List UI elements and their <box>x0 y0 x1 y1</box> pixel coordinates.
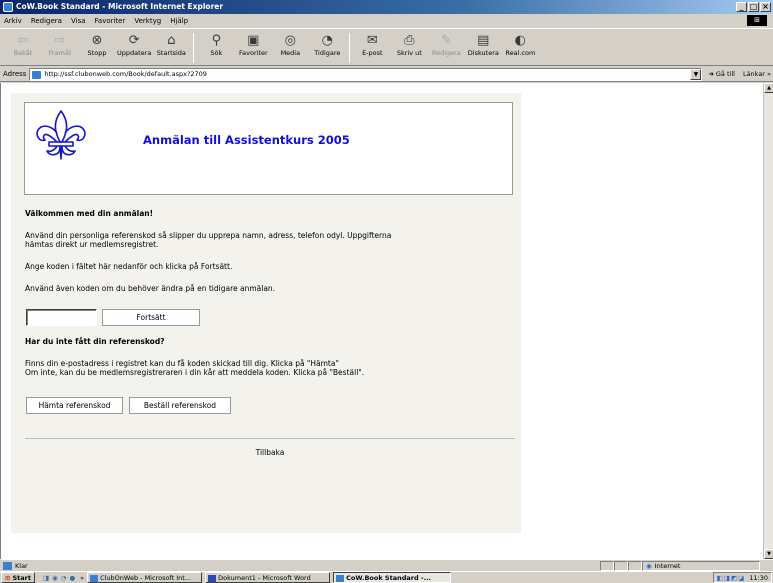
address-input[interactable]: http://ssf.clubonweb.com/Book/default.as… <box>29 67 703 81</box>
title-bar[interactable]: CoW.Book Standard - Microsoft Internet E… <box>0 0 773 14</box>
page-icon <box>32 70 42 79</box>
status-pane <box>600 560 614 571</box>
page-title: Anmälan till Assistentkurs 2005 <box>143 133 350 147</box>
quicklaunch-icons[interactable]: ◨◉◔● <box>43 574 78 582</box>
welcome-heading: Välkommen med din anmälan! <box>25 209 154 218</box>
address-url: http://ssf.clubonweb.com/Book/default.as… <box>44 70 207 78</box>
status-page-icon <box>3 561 12 570</box>
menu-view[interactable]: Visa <box>71 17 86 25</box>
scroll-up-button[interactable]: ▲ <box>764 83 773 93</box>
globe-icon: ◉ <box>646 561 652 570</box>
home-button[interactable]: ⌂ Startsida <box>154 29 188 65</box>
search-button[interactable]: ⚲ Sök <box>199 29 233 65</box>
refresh-button[interactable]: ⟳ Uppdatera <box>117 29 151 65</box>
windows-logo-icon: ⊞ <box>747 15 767 26</box>
task-cowbook[interactable]: CoW.Book Standard -... <box>333 572 452 583</box>
no-code-heading: Har du inte fått din referenskod? <box>25 337 165 346</box>
realcom-icon: ◐ <box>514 33 526 48</box>
back-link[interactable]: Tillbaka <box>25 448 515 457</box>
intro-line-2: hämtas direkt ur medlemsregistret. <box>25 240 159 249</box>
mail-icon: ✉ <box>366 33 378 48</box>
order-code-button[interactable]: Beställ referenskod <box>129 397 231 414</box>
fleur-de-lis-icon <box>36 110 86 160</box>
history-icon: ◔ <box>321 33 333 48</box>
window-controls: _ □ × <box>736 2 771 12</box>
taskbar: ⊞ Start ◨◉◔● » ClubOnWeb - Microsoft Int… <box>0 571 773 583</box>
stop-button[interactable]: ⊗ Stopp <box>80 29 114 65</box>
quicklaunch-more[interactable]: » <box>80 574 84 582</box>
links-button[interactable]: Länkar » <box>743 70 771 78</box>
browser-window: CoW.Book Standard - Microsoft Internet E… <box>0 0 773 583</box>
printer-icon: ⎙ <box>404 33 415 48</box>
close-button[interactable]: × <box>760 2 771 12</box>
divider <box>25 438 515 439</box>
go-arrow-icon: ➜ <box>708 70 714 78</box>
chevron-down-icon[interactable]: ▼ <box>690 68 702 80</box>
status-pane <box>628 560 642 571</box>
home-icon: ⌂ <box>167 33 176 48</box>
refresh-icon: ⟳ <box>128 33 140 48</box>
discuss-button[interactable]: ▤ Diskutera <box>466 29 500 65</box>
clock: 11:30 <box>749 573 768 582</box>
fetch-code-button[interactable]: Hämta referenskod <box>26 397 123 414</box>
instruction-text: Ange koden i fältet här nedanför och kli… <box>25 262 233 271</box>
toolbar-separator <box>193 33 195 63</box>
status-pane <box>614 560 628 571</box>
menu-bar: Arkiv Redigera Visa Favoriter Verktyg Hj… <box>0 14 773 27</box>
form-page: Anmälan till Assistentkurs 2005 Välkomme… <box>11 93 521 533</box>
menu-edit[interactable]: Redigera <box>31 17 62 25</box>
menu-favorites[interactable]: Favoriter <box>95 17 126 25</box>
continue-button[interactable]: Fortsätt <box>102 309 200 326</box>
system-tray: ◧◨◩◪ 11:30 <box>712 572 772 583</box>
realcom-button[interactable]: ◐ Real.com <box>503 29 537 65</box>
window-title: CoW.Book Standard - Microsoft Internet E… <box>16 2 224 11</box>
media-button[interactable]: ◎ Media <box>273 29 307 65</box>
discuss-icon: ▤ <box>477 33 490 48</box>
history-button[interactable]: ◔ Tidigare <box>310 29 344 65</box>
mail-button[interactable]: ✉ E-post <box>355 29 389 65</box>
print-button[interactable]: ⎙ Skriv ut <box>392 29 426 65</box>
ie-icon <box>336 575 345 582</box>
maximize-button[interactable]: □ <box>748 2 759 12</box>
no-code-line-2: Om inte, kan du be medlemsregistreraren … <box>25 368 365 377</box>
favorites-button[interactable]: ▣ Favoriter <box>236 29 270 65</box>
change-note: Använd även koden om du behöver ändra på… <box>25 284 276 293</box>
task-clubonweb[interactable]: ClubOnWeb - Microsoft Int... <box>87 572 203 583</box>
go-button[interactable]: ➜ Gå till <box>708 70 735 78</box>
reference-code-input[interactable] <box>26 309 97 326</box>
page-header: Anmälan till Assistentkurs 2005 <box>24 102 513 195</box>
back-button[interactable]: ⇦ Bakåt <box>6 29 40 65</box>
status-bar: Klar ◉ Internet <box>0 559 773 571</box>
ie-icon <box>3 2 13 12</box>
stop-icon: ⊗ <box>91 33 103 48</box>
address-label: Adress <box>3 70 27 78</box>
menu-file[interactable]: Arkiv <box>4 17 22 25</box>
menu-tools[interactable]: Verktyg <box>134 17 161 25</box>
menu-help[interactable]: Hjälp <box>170 17 188 25</box>
minimize-button[interactable]: _ <box>736 2 747 12</box>
ie-icon <box>90 575 99 582</box>
forward-button[interactable]: ⇨ Framåt <box>43 29 77 65</box>
task-word[interactable]: Dokument1 - Microsoft Word <box>205 572 331 583</box>
zone-label: Internet <box>654 561 681 570</box>
edit-icon: ✎ <box>440 33 452 48</box>
media-icon: ◎ <box>284 33 296 48</box>
windows-flag-icon: ⊞ <box>5 573 11 582</box>
word-icon <box>208 575 217 582</box>
back-arrow-icon: ⇦ <box>17 33 29 48</box>
favorites-icon: ▣ <box>247 33 260 48</box>
scroll-down-button[interactable]: ▼ <box>764 549 773 559</box>
start-button[interactable]: ⊞ Start <box>1 572 35 583</box>
toolbar-separator <box>349 33 351 63</box>
address-bar: Adress http://ssf.clubonweb.com/Book/def… <box>0 67 773 82</box>
tray-icons[interactable]: ◧◨◩◪ <box>717 574 746 582</box>
page-viewport: Anmälan till Assistentkurs 2005 Välkomme… <box>0 83 763 559</box>
vertical-scrollbar[interactable]: ▲ ▼ <box>763 83 773 559</box>
zone-pane: ◉ Internet <box>642 560 760 571</box>
status-text: Klar <box>15 561 28 570</box>
search-icon: ⚲ <box>211 33 222 48</box>
toolbar: ⇦ Bakåt ⇨ Framåt ⊗ Stopp ⟳ Uppdatera ⌂ Starts… <box>0 28 773 66</box>
edit-button[interactable]: ✎ Redigera <box>429 29 463 65</box>
forward-arrow-icon: ⇨ <box>54 33 66 48</box>
